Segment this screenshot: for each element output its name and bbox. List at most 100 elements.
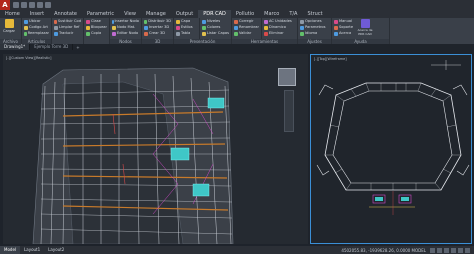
table-icon — [176, 31, 180, 36]
codigo-button[interactable]: Codigo Art — [24, 25, 49, 30]
crear-3d-button[interactable]: Crear 3D — [144, 31, 171, 36]
tab-marco[interactable]: Marco — [259, 10, 284, 18]
insertar-nodo-button[interactable]: Insertar Nodo — [112, 19, 139, 24]
parametros-button[interactable]: Parametros — [300, 25, 329, 30]
undo-icon[interactable] — [37, 2, 43, 8]
limpiar-button[interactable]: Limpiar Ref — [54, 25, 81, 30]
polar-toggle-icon[interactable] — [451, 247, 456, 253]
tab-pdr-cad[interactable]: PDR CAD — [198, 10, 231, 18]
distribuir-3d-button[interactable]: Distribuir 3D — [144, 19, 171, 24]
button-label: Codigo Art — [29, 25, 48, 29]
levels-icon — [202, 19, 206, 24]
open-file-icon[interactable] — [21, 2, 27, 8]
editar-nodo-button[interactable]: Editar Nodo — [112, 31, 139, 36]
layout-tab-model[interactable]: Model — [0, 246, 21, 254]
class-icon — [86, 19, 90, 24]
layer-icon — [176, 19, 180, 24]
navigation-bar[interactable] — [284, 90, 294, 132]
snap-toggle-icon[interactable] — [437, 247, 442, 253]
tab-struct[interactable]: Struct — [302, 10, 327, 18]
niveles-button[interactable]: Niveles — [202, 19, 229, 24]
viewport-3d[interactable]: [-][Custom View][Realistic] — [3, 54, 308, 244]
drawing-tab[interactable]: Drawing1* — [0, 44, 31, 50]
layout-tab-1[interactable]: Layout1 — [20, 246, 44, 254]
panel-ajustes: Opciones Parametros Idioma Ajustes — [298, 18, 332, 44]
tab-parametric[interactable]: Parametric — [82, 10, 119, 18]
parameters-icon — [300, 25, 304, 30]
folder-icon — [4, 19, 14, 28]
units-icon — [264, 19, 268, 24]
capa-button[interactable]: Capa — [176, 19, 197, 24]
dinamico-button[interactable]: Dinamico — [264, 25, 295, 30]
clean-icon — [54, 25, 58, 30]
sustituir-button[interactable]: Sustituir Cod — [54, 19, 81, 24]
button-label: Tabla — [181, 31, 191, 35]
tab-insert[interactable]: Insert — [25, 10, 49, 18]
tab-manage[interactable]: Manage — [141, 10, 171, 18]
unidades-button[interactable]: AC Unidades — [264, 19, 295, 24]
scaffold-3d-model — [32, 67, 234, 244]
clase-button[interactable]: Clase — [86, 19, 107, 24]
button-label: Nodo Mat. — [117, 25, 136, 29]
viewport-plan[interactable]: [-][Top][Wireframe] — [310, 54, 472, 244]
new-file-icon[interactable] — [13, 2, 19, 8]
reemplazar-button[interactable]: Reemplazar — [24, 31, 49, 36]
validate-icon — [234, 31, 238, 36]
button-label: Renombrar — [239, 25, 259, 29]
traducir-button[interactable]: Traducir — [54, 31, 81, 36]
manual-button[interactable]: Manual — [334, 19, 353, 24]
panel-ayuda: Manual Soporte Acerca Acerca de PDR CAD … — [332, 18, 390, 44]
tab-output[interactable]: Output — [171, 10, 198, 18]
grid-toggle-icon[interactable] — [430, 247, 435, 253]
renombrar-button[interactable]: Renombrar — [234, 25, 259, 30]
cad-application-window: A Home Insert Annotate Parametric View M… — [0, 0, 474, 254]
validar-button[interactable]: Validar — [234, 31, 259, 36]
load-button[interactable]: Cargar — [2, 19, 16, 33]
tab-ta[interactable]: T/A — [284, 10, 302, 18]
tabla-button[interactable]: Tabla — [176, 31, 197, 36]
viewcube[interactable] — [278, 68, 296, 86]
soporte-button[interactable]: Soporte — [334, 25, 353, 30]
ortho-toggle-icon[interactable] — [444, 247, 449, 253]
corregir-button[interactable]: Corregir — [234, 19, 259, 24]
colores-button[interactable]: Colores — [202, 25, 229, 30]
acerca-button[interactable]: Acerca — [334, 31, 353, 36]
tab-pollutio[interactable]: Pollutio — [231, 10, 259, 18]
listar-capas-button[interactable]: Listar Capas — [202, 31, 229, 36]
tab-view[interactable]: View — [119, 10, 141, 18]
about-label: Acerca de PDR CAD — [357, 28, 373, 36]
save-icon[interactable] — [29, 2, 35, 8]
button-label: Estilos — [181, 25, 193, 29]
panel-presentacion-2: Niveles Colores Listar Capas Presentació… — [174, 18, 232, 44]
load-label: Cargar — [2, 29, 16, 33]
opciones-button[interactable]: Opciones — [300, 19, 329, 24]
ubicar-button[interactable]: Ubicar — [24, 19, 49, 24]
button-label: Clase — [91, 19, 101, 23]
insertar-3d-button[interactable]: Insertar 3D — [144, 25, 171, 30]
application-menu-button[interactable]: A — [0, 0, 10, 10]
button-label: Distribuir 3D — [148, 19, 171, 23]
redo-icon[interactable] — [45, 2, 51, 8]
estilos-button[interactable]: Estilos — [176, 25, 197, 30]
panel-articulos-2: Sustituir Cod Limpiar Ref Traducir — [52, 18, 84, 44]
new-tab-plus-icon[interactable]: + — [73, 45, 82, 50]
copia-button[interactable]: Copia — [86, 31, 107, 36]
osnap-toggle-icon[interactable] — [458, 247, 463, 253]
layout-tab-2[interactable]: Layout2 — [44, 246, 68, 254]
button-label: Sustituir Cod — [57, 19, 81, 23]
panel-herramientas-2: AC Unidades Dinamico Eliminar Herramient… — [232, 18, 298, 44]
settings-menu-icon[interactable] — [465, 247, 470, 253]
panel-nodos: Insertar Nodo Nodo Mat. Editar Nodo Nodo… — [110, 18, 142, 44]
nodo-mat-button[interactable]: Nodo Mat. — [112, 25, 139, 30]
code-icon — [24, 25, 28, 30]
button-label: Crear 3D — [149, 31, 165, 35]
button-label: Parametros — [305, 25, 326, 29]
idioma-button[interactable]: Idioma — [300, 31, 329, 36]
locate-icon — [24, 19, 28, 24]
gear-icon — [300, 19, 304, 24]
eliminar-button[interactable]: Eliminar — [264, 31, 295, 36]
tab-home[interactable]: Home — [0, 10, 25, 18]
tab-annotate[interactable]: Annotate — [49, 10, 82, 18]
bloquear-button[interactable]: Bloquear — [86, 25, 107, 30]
drawing-tab[interactable]: Ejemplo Torre 3D — [30, 44, 74, 50]
